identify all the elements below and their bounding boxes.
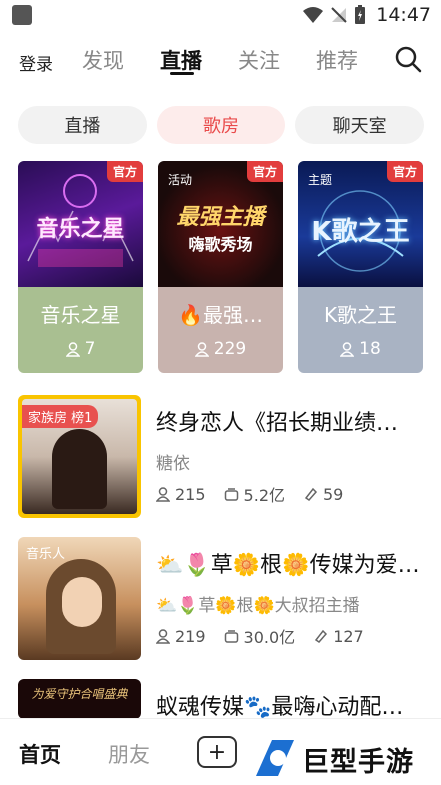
tab-recommend[interactable]: 推荐	[316, 45, 358, 75]
category-tab-chat-room[interactable]: 聊天室	[295, 106, 425, 144]
category-tab-song-room[interactable]: 歌房	[156, 106, 286, 144]
status-time: 14:47	[376, 4, 431, 26]
poster-title: 为爱守护合唱盛典	[31, 687, 128, 701]
category-tabs: 直播 歌房 聊天室	[18, 106, 425, 144]
poster-title: 最强主播	[176, 205, 265, 230]
category-tab-live[interactable]: 直播	[18, 106, 147, 144]
room-count: 7	[18, 339, 143, 359]
user-icon	[340, 341, 355, 357]
tab-discover[interactable]: 发现	[82, 45, 124, 75]
host-name: ⛅🌷草🌼根🌼大叔招主播	[156, 596, 360, 616]
category-tag: 音乐人	[26, 547, 66, 562]
room-info: 🔥最强… 229	[158, 287, 283, 373]
battery-icon	[355, 5, 366, 24]
watermark-icon	[256, 740, 294, 776]
stream-title: 蚁魂传媒🐾最嗨心动配…	[156, 695, 404, 719]
like-icon	[315, 629, 328, 643]
room-name: 音乐之星	[40, 303, 121, 327]
official-badge: 官方	[246, 161, 283, 182]
coin-count-value: 5.2亿	[243, 486, 285, 505]
stream-title: ⛅🌷草🌼根🌼传媒为爱歌…	[156, 553, 424, 578]
room-info: K歌之王 18	[298, 287, 423, 373]
room-count-value: 229	[213, 339, 247, 359]
room-count: 18	[298, 339, 423, 359]
coin-icon	[224, 630, 238, 643]
official-badge: 官方	[386, 161, 423, 182]
signal-icon	[331, 7, 347, 23]
watermark-text: 巨型手游网	[302, 747, 414, 778]
active-tab-indicator	[170, 72, 194, 75]
stream-title: 终身恋人《招长期业绩…	[156, 411, 399, 436]
login-link[interactable]: 登录	[19, 50, 53, 75]
viewer-count-value: 219	[175, 626, 206, 646]
thumbnail-face	[62, 577, 102, 627]
coin-count-value: 30.0亿	[243, 628, 296, 647]
like-count: 127	[313, 627, 364, 646]
room-count: 229	[158, 339, 283, 359]
viewer-count-value: 215	[175, 484, 206, 504]
poster-subtitle: 嗨歌秀场	[188, 235, 253, 254]
status-icons: 14:47	[302, 4, 431, 26]
tab-follow[interactable]: 关注	[238, 45, 280, 75]
room-name: K歌之王	[323, 303, 398, 327]
watermark-logo: 巨型手游网	[250, 736, 436, 780]
stream-thumbnail: 音乐人	[18, 537, 141, 660]
tab-home[interactable]: 首页	[19, 739, 61, 769]
status-bar: 14:47	[0, 0, 441, 30]
stream-stats: 215 5.2亿 59	[156, 482, 343, 506]
add-icon: +	[207, 739, 227, 765]
search-icon[interactable]	[393, 44, 423, 74]
add-button[interactable]: +	[197, 736, 237, 768]
like-count-value: 59	[323, 484, 344, 504]
wifi-icon	[303, 7, 324, 23]
top-nav: 登录 发现 直播 关注 推荐	[0, 40, 441, 84]
coin-icon	[224, 488, 238, 501]
room-card[interactable]: K歌之王 主题 官方 K歌之王 18	[298, 161, 423, 373]
app-notification-icon	[12, 5, 32, 25]
stream-thumbnail: 家族房 榜1	[18, 395, 141, 518]
user-icon	[156, 486, 170, 502]
official-badge: 官方	[106, 161, 143, 182]
list-item[interactable]: 为爱守护合唱盛典 蚁魂传媒🐾最嗨心动配…	[18, 679, 424, 719]
room-poster: K歌之王 主题 官方	[298, 161, 423, 287]
coin-count: 5.2亿	[224, 482, 285, 506]
rank-tag: 家族房 榜1	[22, 405, 99, 428]
room-poster: 音乐之星 官方	[18, 161, 143, 287]
room-count-value: 18	[359, 339, 381, 359]
tab-live[interactable]: 直播	[160, 45, 202, 75]
activity-tag: 活动	[168, 173, 193, 187]
like-count: 59	[303, 485, 343, 504]
coin-count: 30.0亿	[224, 624, 296, 648]
user-icon	[156, 628, 170, 644]
like-count-value: 127	[333, 626, 364, 646]
stream-thumbnail: 为爱守护合唱盛典	[18, 679, 141, 719]
room-card[interactable]: 音乐之星 官方 音乐之星 7	[18, 161, 143, 373]
host-name: 糖依	[156, 454, 190, 474]
theme-tag: 主题	[308, 173, 333, 187]
poster-title: 音乐之星	[36, 217, 125, 242]
stream-stats: 219 30.0亿 127	[156, 624, 364, 648]
tab-friends[interactable]: 朋友	[108, 739, 150, 769]
viewer-count: 219	[156, 627, 206, 646]
list-item[interactable]: 家族房 榜1 终身恋人《招长期业绩… 糖依 215 5.2亿 59	[18, 395, 424, 518]
thumbnail-figure	[52, 429, 107, 509]
user-icon	[65, 341, 80, 357]
room-card[interactable]: 最强主播 嗨歌秀场 活动 官方 🔥最强… 229	[158, 161, 283, 373]
user-icon	[194, 341, 209, 357]
room-cards: 音乐之星 官方 音乐之星 7 最强主播 嗨歌秀场 活动 官方 🔥最强… 229	[18, 161, 424, 373]
room-info: 音乐之星 7	[18, 287, 143, 373]
list-item[interactable]: 音乐人 ⛅🌷草🌼根🌼传媒为爱歌… ⛅🌷草🌼根🌼大叔招主播 219 30.0亿 1…	[18, 537, 424, 660]
poster-title: K歌之王	[311, 217, 410, 247]
room-poster: 最强主播 嗨歌秀场 活动 官方	[158, 161, 283, 287]
room-count-value: 7	[84, 339, 96, 359]
viewer-count: 215	[156, 485, 206, 504]
room-name: 🔥最强…	[178, 303, 263, 327]
like-icon	[304, 487, 318, 501]
